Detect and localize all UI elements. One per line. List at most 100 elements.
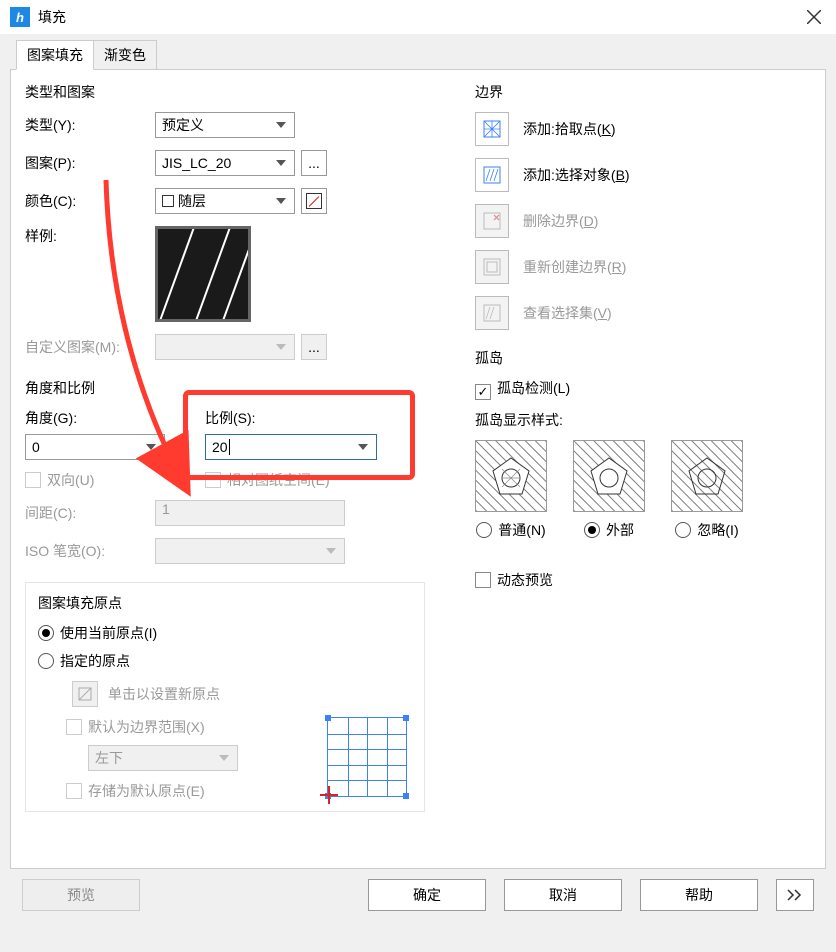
input-spacing: 1 — [155, 500, 345, 526]
label-use-current-origin: 使用当前原点(I) — [60, 625, 157, 641]
scale-value: 20 — [212, 439, 228, 455]
delete-boundary-icon — [481, 210, 503, 232]
tab-pattern-fill[interactable]: 图案填充 — [16, 40, 94, 70]
select-pattern[interactable]: JIS_LC_20 — [155, 150, 295, 176]
label-type: 类型(Y): — [25, 115, 155, 135]
add-select-objects-button[interactable] — [475, 158, 509, 192]
checkbox-bidirectional — [25, 472, 41, 488]
tabs: 图案填充 渐变色 — [16, 40, 826, 70]
label-iso-pen: ISO 笔宽(O): — [25, 541, 155, 561]
group-islands: 孤岛 孤岛检测(L) 孤岛显示样式: 普通(N) — [475, 348, 805, 540]
label-island-detection: 孤岛检测(L) — [497, 380, 570, 396]
custom-pattern-browse-button: ... — [301, 334, 327, 360]
select-color[interactable]: 随层 — [155, 188, 295, 214]
label-sample: 样例: — [25, 226, 155, 246]
help-button[interactable]: 帮助 — [640, 879, 758, 911]
label-add-select-objects: 添加:选择对象(B) — [523, 165, 630, 185]
label-store-default-origin: 存储为默认原点(E) — [88, 783, 205, 799]
select-angle[interactable]: 0 — [25, 434, 165, 460]
pick-points-icon — [481, 118, 503, 140]
group-title-islands: 孤岛 — [475, 348, 805, 368]
footer: 预览 确定 取消 帮助 — [10, 869, 826, 921]
label-specified-origin: 指定的原点 — [60, 653, 130, 669]
chevron-double-right-icon — [787, 889, 803, 901]
pattern-browse-button[interactable]: ... — [301, 150, 327, 176]
pentagon-icon — [687, 456, 727, 496]
checkbox-relative-paper — [205, 472, 221, 488]
checkbox-default-extent — [66, 719, 82, 735]
content: 图案填充 渐变色 类型和图案 类型(Y): 预定义 图案(P): JIS_LC_… — [0, 34, 836, 921]
label-dynamic-preview: 动态预览 — [497, 572, 553, 588]
app-icon: h — [10, 7, 30, 27]
select-custom-pattern — [155, 334, 295, 360]
label-island-style: 孤岛显示样式: — [475, 410, 805, 430]
recreate-boundary-button — [475, 250, 509, 284]
island-style-normal-thumb[interactable] — [475, 440, 547, 512]
island-style-ignore-thumb[interactable] — [671, 440, 743, 512]
group-type-pattern: 类型和图案 类型(Y): 预定义 图案(P): JIS_LC_20 ... 颜色… — [25, 82, 425, 360]
island-style-outer-thumb[interactable] — [573, 440, 645, 512]
delete-boundary-button — [475, 204, 509, 238]
pick-point-icon — [78, 687, 92, 701]
checkbox-dynamic-preview[interactable] — [475, 572, 491, 588]
spacing-value: 1 — [162, 501, 170, 517]
group-title-angle-scale: 角度和比例 — [25, 378, 425, 398]
group-title-boundary: 边界 — [475, 82, 805, 102]
text-caret — [229, 439, 230, 455]
select-iso-pen — [155, 538, 345, 564]
titlebar: h 填充 — [0, 0, 836, 34]
pick-origin-button — [72, 681, 98, 707]
label-color: 颜色(C): — [25, 191, 155, 211]
checkbox-store-default-origin — [66, 783, 82, 799]
label-angle: 角度(G): — [25, 408, 165, 428]
label-view-selection: 查看选择集(V) — [523, 303, 612, 323]
radio-use-current-origin[interactable] — [38, 625, 54, 641]
radio-specified-origin[interactable] — [38, 653, 54, 669]
label-spacing: 间距(C): — [25, 503, 155, 523]
angle-value: 0 — [32, 439, 40, 455]
select-type-value: 预定义 — [162, 115, 204, 135]
label-recreate-boundary: 重新创建边界(R) — [523, 257, 626, 277]
add-pick-point-button[interactable] — [475, 112, 509, 146]
pentagon-icon — [589, 456, 629, 496]
color-swatch-icon — [162, 195, 174, 207]
color-background-button[interactable] — [301, 188, 327, 214]
label-custom-pattern: 自定义图案(M): — [25, 337, 155, 357]
checkbox-island-detection[interactable] — [475, 384, 491, 400]
select-type[interactable]: 预定义 — [155, 112, 295, 138]
label-delete-boundary: 删除边界(D) — [523, 211, 598, 231]
tab-gradient[interactable]: 渐变色 — [93, 40, 157, 70]
select-color-value: 随层 — [178, 191, 206, 211]
group-title: 类型和图案 — [25, 82, 425, 102]
select-origin-corner: 左下 — [88, 745, 238, 771]
ok-button[interactable]: 确定 — [368, 879, 486, 911]
origin-corner-value: 左下 — [95, 748, 123, 768]
expand-button[interactable] — [776, 879, 814, 911]
view-selection-icon — [481, 302, 503, 324]
cancel-button[interactable]: 取消 — [504, 879, 622, 911]
sample-swatch[interactable] — [155, 226, 251, 322]
group-boundary: 边界 添加:拾取点(K) 添加:选择对象(B) 删除边界(D) — [475, 82, 805, 330]
label-default-extent: 默认为边界范围(X) — [88, 719, 205, 735]
group-hatch-origin: 图案填充原点 使用当前原点(I) 指定的原点 单击以设置新原点 默认为边界范围(… — [25, 582, 425, 812]
label-bidirectional: 双向(U) — [47, 472, 94, 488]
label-click-set-origin: 单击以设置新原点 — [108, 684, 220, 704]
select-pattern-value: JIS_LC_20 — [162, 155, 231, 171]
tab-panel: 类型和图案 类型(Y): 预定义 图案(P): JIS_LC_20 ... 颜色… — [10, 69, 826, 869]
view-selection-button — [475, 296, 509, 330]
label-scale: 比例(S): — [205, 408, 425, 428]
label-island-normal: 普通(N) — [498, 522, 545, 538]
label-add-pick-point: 添加:拾取点(K) — [523, 119, 616, 139]
input-scale[interactable]: 20 — [205, 434, 377, 460]
label-island-outer: 外部 — [606, 522, 634, 538]
close-button[interactable] — [802, 5, 826, 29]
group-title-origin: 图案填充原点 — [38, 593, 412, 613]
label-pattern: 图案(P): — [25, 153, 155, 173]
recreate-boundary-icon — [481, 256, 503, 278]
window-title: 填充 — [38, 7, 802, 27]
radio-island-ignore[interactable] — [675, 522, 691, 538]
radio-island-outer[interactable] — [584, 522, 600, 538]
label-relative-paper: 相对图纸空间(E) — [227, 472, 330, 488]
radio-island-normal[interactable] — [476, 522, 492, 538]
none-swatch-icon — [306, 193, 322, 209]
